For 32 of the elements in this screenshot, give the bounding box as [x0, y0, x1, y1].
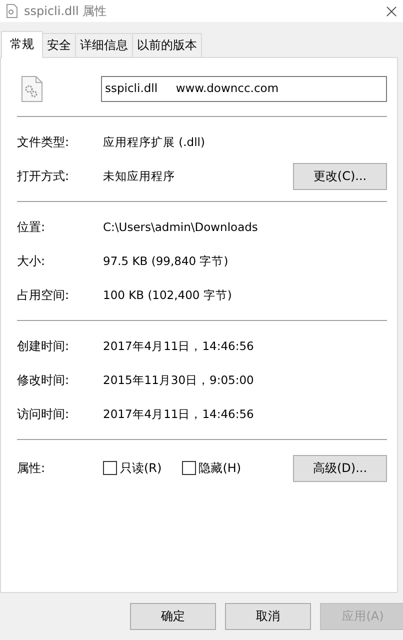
close-icon[interactable]	[386, 6, 397, 16]
checkbox-label[interactable]: 隐藏(H)	[198, 460, 242, 476]
property-label: 大小:	[17, 252, 46, 270]
property-label: 占用空间:	[17, 286, 70, 304]
property-value: 应用程序扩展 (.dll)	[103, 134, 206, 150]
gear-file-icon	[21, 76, 43, 102]
property-value: 2017年4月11日，14:46:56	[103, 338, 255, 354]
file-icon	[6, 4, 18, 18]
property-label: 访问时间:	[17, 406, 70, 422]
dialog-button[interactable]: 确定	[130, 603, 216, 630]
checkbox-label[interactable]: 只读(R)	[120, 460, 162, 476]
property-label: 修改时间:	[17, 372, 70, 388]
dialog-button[interactable]: 取消	[225, 603, 311, 630]
property-label: 文件类型:	[17, 134, 70, 150]
property-label: 打开方式:	[17, 168, 70, 184]
tab[interactable]: 常规	[1, 31, 43, 58]
checkbox[interactable]	[182, 461, 196, 475]
checkbox[interactable]	[103, 461, 117, 475]
property-value: 2015年11月30日，9:05:00	[103, 372, 255, 388]
property-label: 创建时间:	[17, 338, 70, 354]
property-value: 未知应用程序	[103, 168, 176, 184]
advanced-button[interactable]: 高级(D)...	[293, 454, 387, 482]
window-title: sspicli.dll 属性	[24, 2, 108, 20]
change-button[interactable]: 更改(C)...	[293, 162, 387, 190]
property-value: C:\Users\admin\Downloads	[103, 220, 259, 234]
property-value: 2017年4月11日，14:46:56	[103, 406, 255, 422]
file-name-field[interactable]: sspicli.dll www.downcc.com	[101, 76, 387, 102]
property-value: 100 KB (102,400 字节)	[103, 288, 233, 302]
tab[interactable]: 以前的版本	[132, 33, 202, 57]
property-label: 位置:	[17, 218, 46, 236]
property-value: 97.5 KB (99,840 字节)	[103, 254, 230, 268]
property-label: 属性:	[17, 460, 46, 476]
